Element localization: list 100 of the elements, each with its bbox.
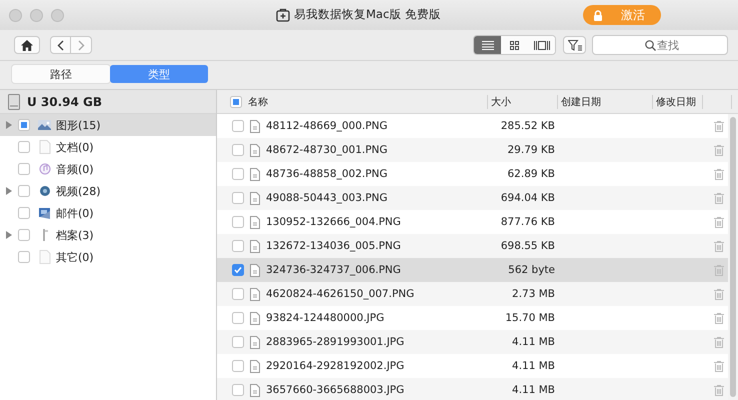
category-item[interactable]: 文档(0) (0, 136, 216, 158)
file-name: 93824-124480000.JPG (266, 312, 384, 324)
file-name: 49088-50443_003.PNG (266, 192, 388, 204)
home-button[interactable] (14, 36, 40, 54)
close-button[interactable] (9, 8, 22, 22)
trash-icon (714, 264, 724, 276)
category-label: 邮件(0) (56, 206, 94, 220)
checkbox[interactable] (18, 185, 30, 197)
checkbox[interactable] (18, 119, 30, 131)
category-item[interactable]: 档案(3) (0, 224, 216, 246)
delete-button[interactable] (714, 144, 724, 156)
file-size: 29.79 KB (508, 144, 555, 156)
list-icon (482, 40, 494, 50)
checkbox[interactable] (232, 312, 244, 324)
column-header[interactable]: 修改日期 (656, 94, 696, 108)
disclosure-triangle-icon[interactable] (6, 121, 12, 129)
drive-label: U 30.94 GB (27, 94, 102, 108)
checkbox[interactable] (232, 360, 244, 372)
filter-button[interactable] (563, 36, 586, 54)
checkbox[interactable] (232, 192, 244, 204)
zoom-button[interactable] (51, 8, 64, 22)
checkbox[interactable] (232, 264, 244, 276)
checkbox[interactable] (18, 207, 30, 219)
trash-icon (714, 288, 724, 300)
delete-button[interactable] (714, 240, 724, 252)
file-icon (250, 312, 260, 324)
file-size: 877.76 KB (500, 216, 555, 228)
file-row[interactable]: 4620824-4626150_007.PNG 2.73 MB (217, 282, 728, 306)
minimize-button[interactable] (30, 8, 43, 22)
search-field[interactable]: 查找 (592, 35, 728, 55)
file-row[interactable]: 3657660-3665688003.JPG 4.11 MB (217, 378, 728, 400)
file-size: 15.70 MB (505, 312, 555, 324)
checkbox[interactable] (232, 168, 244, 180)
disclosure-triangle-icon[interactable] (6, 231, 12, 239)
column-header[interactable]: 创建日期 (561, 94, 601, 108)
file-row[interactable]: 132672-134036_005.PNG 698.55 KB (217, 234, 728, 258)
checkbox[interactable] (232, 336, 244, 348)
tab[interactable]: 路径 (12, 65, 110, 83)
file-icon (250, 336, 260, 348)
checkbox[interactable] (232, 288, 244, 300)
file-row[interactable]: 2883965-2891993001.JPG 4.11 MB (217, 330, 728, 354)
lock-icon (593, 10, 603, 20)
file-size: 62.89 KB (508, 168, 555, 180)
file-row[interactable]: 49088-50443_003.PNG 694.04 KB (217, 186, 728, 210)
checkbox[interactable] (232, 384, 244, 396)
view-mode-button[interactable] (474, 36, 501, 54)
checkbox[interactable] (232, 144, 244, 156)
file-icon (250, 264, 260, 276)
file-icon (250, 240, 260, 252)
file-row[interactable]: 48672-48730_001.PNG 29.79 KB (217, 138, 728, 162)
delete-button[interactable] (714, 192, 724, 204)
category-item[interactable]: 邮件(0) (0, 202, 216, 224)
checkbox[interactable] (18, 163, 30, 175)
back-button[interactable] (50, 36, 71, 54)
drive-icon (8, 94, 20, 110)
category-item[interactable]: 视频(28) (0, 180, 216, 202)
checkbox[interactable] (18, 251, 30, 263)
file-icon (250, 216, 260, 228)
file-row[interactable]: 324736-324737_006.PNG 562 byte (217, 258, 728, 282)
checkbox[interactable] (232, 120, 244, 132)
trash-icon (714, 192, 724, 204)
trash-icon (714, 120, 724, 132)
delete-button[interactable] (714, 312, 724, 324)
delete-button[interactable] (714, 168, 724, 180)
trash-icon (714, 216, 724, 228)
checkbox[interactable] (232, 240, 244, 252)
category-item[interactable]: 图形(15) (0, 114, 216, 136)
column-header[interactable]: 大小 (491, 94, 511, 108)
chevron-right-icon (78, 40, 84, 50)
delete-button[interactable] (714, 336, 724, 348)
delete-button[interactable] (714, 288, 724, 300)
checkbox[interactable] (18, 229, 30, 241)
category-label: 档案(3) (56, 228, 94, 242)
image-icon (38, 118, 52, 132)
column-header[interactable]: 名称 (248, 94, 268, 108)
delete-button[interactable] (714, 384, 724, 396)
delete-button[interactable] (714, 216, 724, 228)
other-icon (38, 250, 52, 264)
file-name: 48112-48669_000.PNG (266, 120, 388, 132)
checkbox[interactable] (232, 216, 244, 228)
trash-icon (714, 384, 724, 396)
category-item[interactable]: 音频(0) (0, 158, 216, 180)
disclosure-triangle-icon[interactable] (6, 187, 12, 195)
file-size: 562 byte (508, 264, 555, 276)
file-size: 4.11 MB (512, 360, 555, 372)
category-label: 视频(28) (56, 184, 101, 198)
grid-icon (510, 40, 519, 50)
checkbox[interactable] (18, 141, 30, 153)
scrollbar[interactable] (728, 114, 738, 400)
chevron-left-icon (57, 40, 64, 50)
delete-button[interactable] (714, 120, 724, 132)
file-name: 324736-324737_006.PNG (266, 264, 401, 276)
file-name: 2883965-2891993001.JPG (266, 336, 404, 348)
select-all-checkbox[interactable] (230, 96, 242, 108)
delete-button[interactable] (714, 264, 724, 276)
delete-button[interactable] (714, 360, 724, 372)
file-size: 4.11 MB (512, 336, 555, 348)
trash-icon (714, 336, 724, 348)
category-item[interactable]: 其它(0) (0, 246, 216, 268)
cover-flow-icon (534, 40, 550, 50)
